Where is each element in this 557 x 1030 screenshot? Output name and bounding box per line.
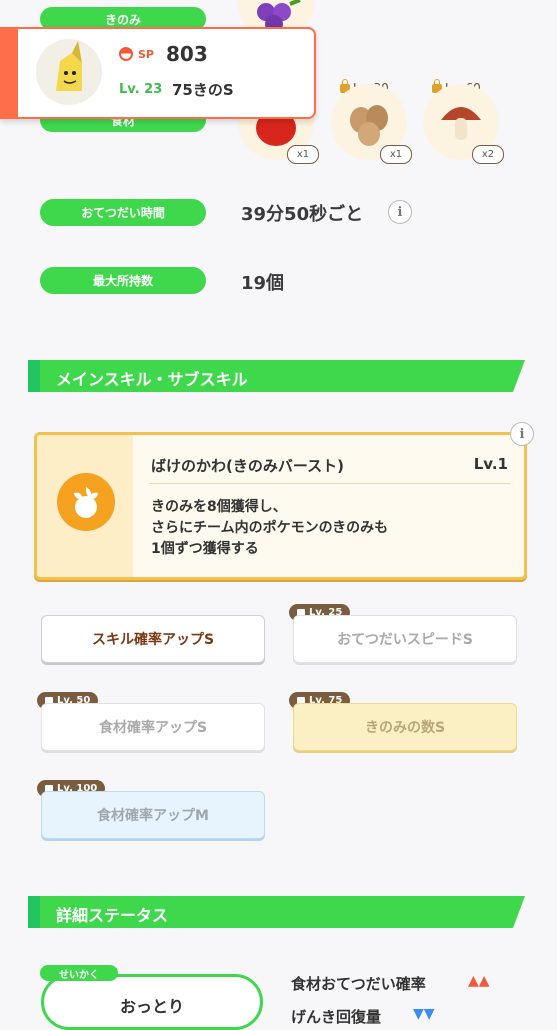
- skills-section-header: メインスキル・サブスキル: [28, 360, 525, 392]
- pokeball-icon: [119, 47, 133, 61]
- main-skill-info-icon[interactable]: i: [510, 422, 534, 446]
- help-time-value: 39分50秒ごと: [241, 204, 364, 225]
- max-carry-value: 19個: [241, 273, 285, 294]
- section-title: メインスキル・サブスキル: [56, 370, 248, 389]
- pokemon-summary-card[interactable]: SP 803 Lv. 23 75きのS: [0, 27, 316, 119]
- description-line: きのみを8個獲得し、: [151, 499, 287, 515]
- nature-value: おっとり: [119, 997, 184, 1016]
- pokemon-avatar: [36, 39, 102, 105]
- nature-up-marks: ▲▲: [468, 973, 490, 989]
- sp-value: 803: [166, 42, 208, 66]
- berry-burst-icon: [57, 473, 115, 531]
- help-time-info-icon[interactable]: i: [388, 200, 412, 224]
- sub-skill-button-5[interactable]: 食材確率アップM: [41, 791, 265, 839]
- ingredient-mushroom-count: x2: [472, 145, 504, 164]
- max-carry-label: 最大所持数: [40, 267, 206, 294]
- nature-tag: せいかく: [40, 965, 118, 981]
- description-line: 1個ずつ獲得する: [151, 541, 259, 557]
- pokemon-subskill: 75きのS: [172, 81, 234, 99]
- section-bar: [28, 360, 40, 392]
- description-line: さらにチーム内のポケモンのきのみも: [151, 520, 389, 536]
- nature-up-label: 食材おてつだい確率: [291, 975, 426, 993]
- nature-box[interactable]: おっとり: [41, 974, 263, 1030]
- card-accent-bar: [0, 29, 18, 117]
- help-time-label: おてつだい時間: [40, 199, 206, 226]
- skill-icon-panel: [37, 435, 133, 577]
- ingredient-apple-count: x1: [287, 145, 319, 164]
- sub-skill-button-3[interactable]: 食材確率アップS: [41, 703, 265, 751]
- main-skill-name: ばけのかわ(きのみバースト): [151, 457, 344, 475]
- ingredient-almond-count: x1: [380, 145, 412, 164]
- sub-skill-button-2[interactable]: おてつだいスピードS: [293, 615, 517, 663]
- sp-label: SP: [138, 48, 154, 61]
- pokemon-level: Lv. 23: [119, 82, 163, 97]
- main-skill-card[interactable]: ばけのかわ(きのみバースト) Lv.1 きのみを8個獲得し、 さらにチーム内のポ…: [34, 432, 527, 580]
- section-title: 詳細ステータス: [56, 906, 169, 925]
- main-skill-divider: [149, 483, 510, 484]
- main-skill-level: Lv.1: [473, 455, 508, 473]
- sub-skill-button-1[interactable]: スキル確率アップS: [41, 615, 265, 663]
- main-skill-description: きのみを8個獲得し、 さらにチーム内のポケモンのきのみも 1個ずつ獲得する: [151, 497, 388, 560]
- details-section-header: 詳細ステータス: [28, 896, 525, 928]
- sub-skill-button-4[interactable]: きのみの数S: [293, 703, 517, 751]
- section-bar: [28, 896, 40, 928]
- nature-down-marks: ▼▼: [413, 1006, 435, 1022]
